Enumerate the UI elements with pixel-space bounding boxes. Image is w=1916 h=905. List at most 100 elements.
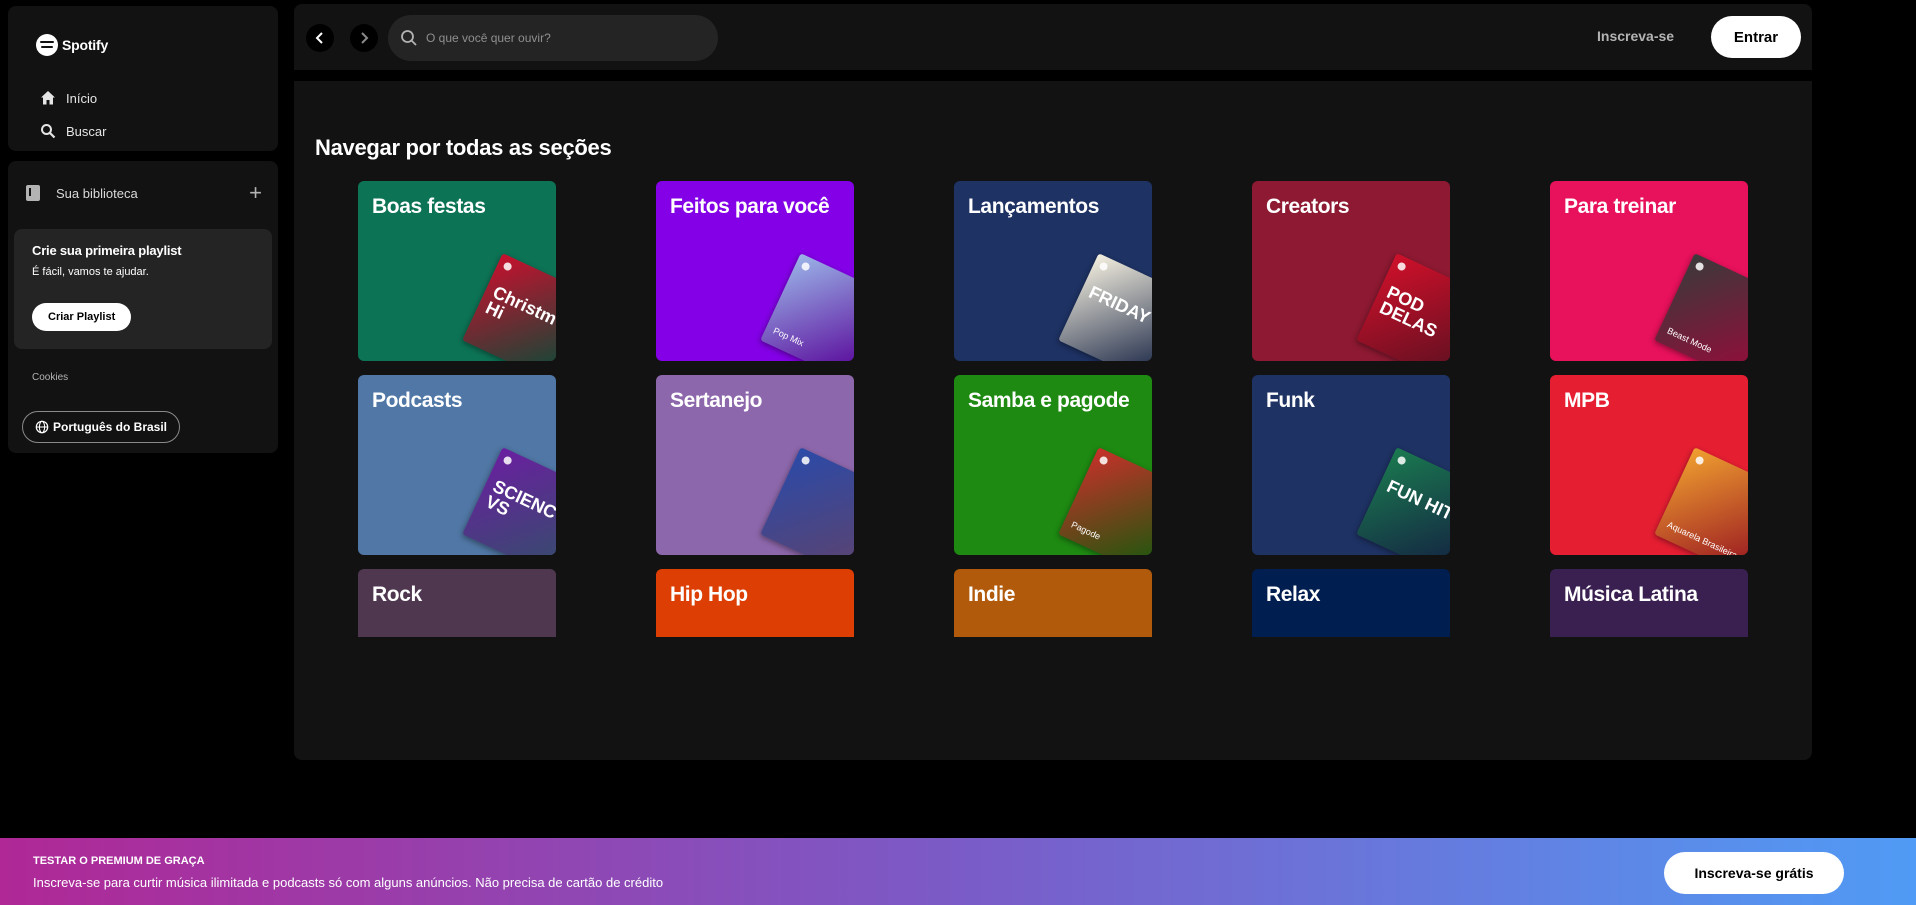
spotify-logo[interactable]: Spotify xyxy=(36,34,108,56)
category-label: Para treinar xyxy=(1564,195,1676,218)
language-label: Português do Brasil xyxy=(53,420,168,434)
premium-banner[interactable]: TESTAR O PREMIUM DE GRAÇA Inscreva-se pa… xyxy=(0,838,1916,905)
spotify-badge-icon xyxy=(1396,261,1407,272)
spotify-badge-icon xyxy=(1098,261,1109,272)
nav-home-label: Início xyxy=(66,90,98,106)
login-button[interactable]: Entrar xyxy=(1711,16,1801,58)
banner-text: Inscreva-se para curtir música ilimitada… xyxy=(33,875,664,890)
category-tile[interactable]: Sertanejo xyxy=(656,375,854,555)
signup-link[interactable]: Inscreva-se xyxy=(1597,28,1674,44)
category-cover-image: Christm Hi xyxy=(462,253,556,361)
category-cover-image: Pop Mix xyxy=(760,253,854,361)
create-playlist-button[interactable]: Criar Playlist xyxy=(32,303,132,331)
category-label: Hip Hop xyxy=(670,583,748,606)
category-label: Rock xyxy=(372,583,422,606)
nav-search[interactable]: Buscar xyxy=(40,123,106,139)
globe-icon xyxy=(35,420,49,434)
page-title: Navegar por todas as seções xyxy=(315,135,612,160)
category-label: Funk xyxy=(1266,389,1315,412)
spotify-badge-icon xyxy=(800,455,811,466)
create-playlist-title: Crie sua primeira playlist xyxy=(32,243,182,258)
cookies-link[interactable]: Cookies xyxy=(32,372,68,383)
category-tile[interactable]: Rock xyxy=(358,569,556,637)
category-tile[interactable]: Música Latina xyxy=(1550,569,1748,637)
category-tile[interactable]: Relax xyxy=(1252,569,1450,637)
spotify-badge-icon xyxy=(502,261,513,272)
cover-title: FUN HITS xyxy=(1383,475,1450,530)
search-bar[interactable] xyxy=(388,15,718,61)
library-panel: Sua biblioteca + Crie sua primeira playl… xyxy=(8,161,278,453)
main-content: Navegar por todas as seções Boas festas C… xyxy=(294,81,1812,760)
category-tile[interactable]: Feitos para você Pop Mix xyxy=(656,181,854,361)
category-label: Música Latina xyxy=(1564,583,1698,606)
cover-subtitle: Beast Mode xyxy=(1665,325,1714,355)
spotify-badge-icon xyxy=(1694,455,1705,466)
spotify-badge-icon xyxy=(1098,455,1109,466)
category-tile[interactable]: Podcasts SCIENC VS xyxy=(358,375,556,555)
library-icon xyxy=(26,185,40,201)
cover-title: FRIDAY xyxy=(1085,281,1152,328)
back-button[interactable] xyxy=(306,24,334,52)
category-cover-image: SCIENC VS xyxy=(462,447,556,555)
language-button[interactable]: Português do Brasil xyxy=(22,411,181,443)
chevron-right-icon xyxy=(361,32,369,44)
category-label: Boas festas xyxy=(372,195,486,218)
spotify-badge-icon xyxy=(502,455,513,466)
category-label: Sertanejo xyxy=(670,389,763,412)
search-input[interactable] xyxy=(426,31,696,45)
cover-title: SCIENC VS xyxy=(482,475,556,523)
category-label: Feitos para você xyxy=(670,195,830,218)
add-icon[interactable]: + xyxy=(249,182,262,204)
search-icon xyxy=(41,124,56,139)
category-label: Samba e pagode xyxy=(968,389,1130,412)
category-cover-image: Aquarela Brasileira xyxy=(1654,447,1748,555)
search-icon xyxy=(401,30,417,46)
spotify-logo-icon xyxy=(36,34,58,56)
category-tile[interactable]: Samba e pagode Pagode xyxy=(954,375,1152,555)
create-playlist-card: Crie sua primeira playlist É fácil, vamo… xyxy=(14,229,272,349)
nav-search-label: Buscar xyxy=(66,123,107,139)
forward-button[interactable] xyxy=(350,24,378,52)
category-tile[interactable]: Funk FUN HITS xyxy=(1252,375,1450,555)
library-title: Sua biblioteca xyxy=(56,185,138,201)
spotify-badge-icon xyxy=(1694,261,1705,272)
category-cover-image: POD DELAS xyxy=(1356,253,1450,361)
cover-subtitle: Pagode xyxy=(1069,519,1103,542)
spotify-badge-icon xyxy=(1396,455,1407,466)
category-label: Indie xyxy=(968,583,1016,606)
library-title-button[interactable]: Sua biblioteca xyxy=(24,184,138,202)
category-tile[interactable]: Lançamentos FRIDAY xyxy=(954,181,1152,361)
category-label: Lançamentos xyxy=(968,195,1099,218)
category-tile[interactable]: Boas festas Christm Hi xyxy=(358,181,556,361)
cover-title: POD DELAS xyxy=(1376,281,1441,342)
top-bar: Inscreva-se Entrar xyxy=(294,4,1812,70)
category-cover-image: FUN HITS xyxy=(1356,447,1450,555)
home-icon xyxy=(41,91,55,105)
banner-title: TESTAR O PREMIUM DE GRAÇA xyxy=(33,855,205,867)
category-grid: Boas festas Christm Hi Feitos para você Pop… xyxy=(358,181,1758,637)
category-cover-image: Beast Mode xyxy=(1654,253,1748,361)
category-tile[interactable]: Para treinar Beast Mode xyxy=(1550,181,1748,361)
nav-home[interactable]: Início xyxy=(40,90,97,106)
category-label: Relax xyxy=(1266,583,1321,606)
category-cover-image: Pagode xyxy=(1058,447,1152,555)
category-tile[interactable]: MPB Aquarela Brasileira xyxy=(1550,375,1748,555)
category-label: MPB xyxy=(1564,389,1610,412)
app-name: Spotify xyxy=(62,37,109,53)
signup-free-button[interactable]: Inscreva-se grátis xyxy=(1664,852,1844,894)
category-tile[interactable]: Indie xyxy=(954,569,1152,637)
nav-panel: Spotify Início Buscar xyxy=(8,6,278,151)
spotify-badge-icon xyxy=(800,261,811,272)
library-header: Sua biblioteca + xyxy=(24,182,262,204)
cover-title: Christm Hi xyxy=(482,281,556,329)
category-tile[interactable]: Hip Hop xyxy=(656,569,854,637)
cover-subtitle: Pop Mix xyxy=(771,325,806,349)
chevron-left-icon xyxy=(315,32,323,44)
category-cover-image xyxy=(760,447,854,555)
category-tile[interactable]: Creators POD DELAS xyxy=(1252,181,1450,361)
category-label: Podcasts xyxy=(372,389,463,412)
create-playlist-text: É fácil, vamos te ajudar. xyxy=(32,266,149,278)
category-label: Creators xyxy=(1266,195,1350,218)
category-cover-image: FRIDAY xyxy=(1058,253,1152,361)
cover-subtitle: Aquarela Brasileira xyxy=(1665,519,1739,555)
